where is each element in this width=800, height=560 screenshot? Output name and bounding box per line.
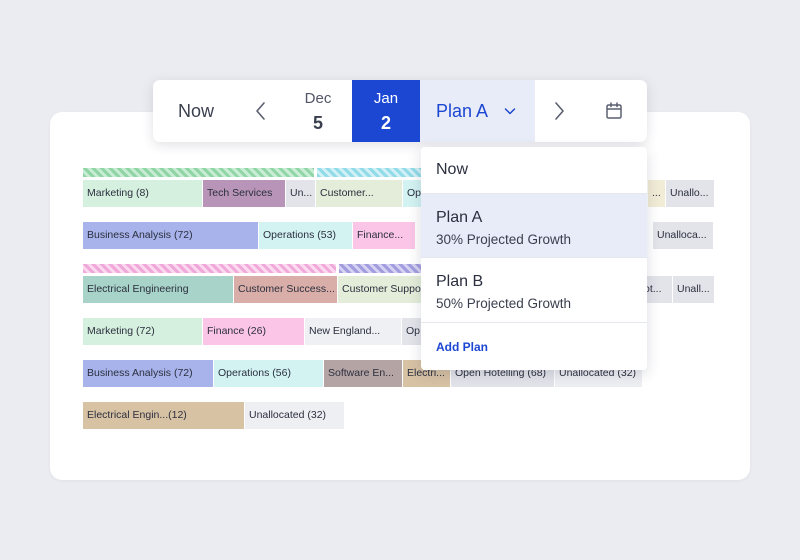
row-1-stripe-cyan — [317, 168, 421, 177]
row-3-seg-customer-success[interactable]: Customer Success... — [234, 276, 337, 303]
row-6-seg-unallocated[interactable]: Unallocated (32) — [245, 402, 344, 429]
date-month: Jan — [373, 90, 399, 107]
date-day: 5 — [312, 113, 323, 133]
dropdown-item-now[interactable]: Now — [421, 147, 647, 193]
row-1-seg-tech-services[interactable]: Tech Services — [203, 180, 285, 207]
date-month: Dec — [304, 90, 332, 107]
row-3-seg-electrical-engineering[interactable]: Electrical Engineering — [83, 276, 233, 303]
row-6-seg-electrical-engin[interactable]: Electrical Engin...(12) — [83, 402, 244, 429]
date-jan-2-selected[interactable]: Jan 2 — [352, 80, 420, 142]
plan-option-subtitle: 30% Projected Growth — [436, 232, 572, 247]
plan-option-title: Plan B — [436, 273, 484, 290]
date-dec-5[interactable]: Dec 5 — [288, 80, 348, 142]
row-4-seg-marketing[interactable]: Marketing (72) — [83, 318, 202, 345]
plan-option-title: Plan A — [436, 209, 483, 226]
date-day: 2 — [380, 113, 391, 133]
row-2-seg-unallocated[interactable]: Unalloca... — [653, 222, 713, 249]
row-2-seg-business-analysis[interactable]: Business Analysis (72) — [83, 222, 258, 249]
row-5-seg-business-analysis[interactable]: Business Analysis (72) — [83, 360, 213, 387]
row-1-seg-unallocated[interactable]: Unallo... — [666, 180, 714, 207]
dropdown-item-plan-b[interactable]: Plan B 50% Projected Growth — [421, 257, 647, 321]
row-1-seg-marketing[interactable]: Marketing (8) — [83, 180, 202, 207]
now-button[interactable]: Now — [153, 80, 239, 142]
row-4-seg-finance[interactable]: Finance (26) — [203, 318, 304, 345]
timeline-toolbar: Now Dec 5 Jan 2 Plan A — [153, 80, 647, 142]
row-3-stripe-pink — [83, 264, 336, 273]
add-plan-button[interactable]: Add Plan — [421, 322, 647, 370]
row-2-seg-operations[interactable]: Operations (53) — [259, 222, 352, 249]
row-4-seg-new-england[interactable]: New England... — [305, 318, 401, 345]
row-1-seg-more[interactable]: ... — [648, 180, 665, 207]
plan-selector-label: Plan A — [436, 101, 489, 121]
chevron-down-icon — [504, 108, 516, 115]
row-5-seg-operations[interactable]: Operations (56) — [214, 360, 323, 387]
plan-selector-button[interactable]: Plan A — [420, 80, 535, 142]
row-2-seg-finance[interactable]: Finance... — [353, 222, 415, 249]
previous-button[interactable] — [243, 80, 279, 142]
chevron-left-icon — [256, 102, 265, 120]
plan-dropdown-menu: Now Plan A 30% Projected Growth Plan B 5… — [421, 147, 647, 370]
row-1-seg-customer[interactable]: Customer... — [316, 180, 402, 207]
row-5-seg-software-engineering[interactable]: Software En... — [324, 360, 402, 387]
calendar-button[interactable] — [595, 80, 631, 142]
plan-option-subtitle: 50% Projected Growth — [436, 296, 572, 311]
next-button[interactable] — [541, 80, 577, 142]
calendar-icon — [606, 102, 622, 119]
chevron-right-icon — [555, 102, 564, 120]
row-3-stripe-purple — [339, 264, 421, 273]
row-1-seg-unallocated-short[interactable]: Un... — [286, 180, 315, 207]
row-3-seg-unallocated[interactable]: Unall... — [673, 276, 714, 303]
dropdown-item-plan-a[interactable]: Plan A 30% Projected Growth — [421, 193, 647, 257]
row-3-seg-customer-support[interactable]: Customer Suppo — [338, 276, 421, 303]
row-1-stripe-green — [83, 168, 314, 177]
